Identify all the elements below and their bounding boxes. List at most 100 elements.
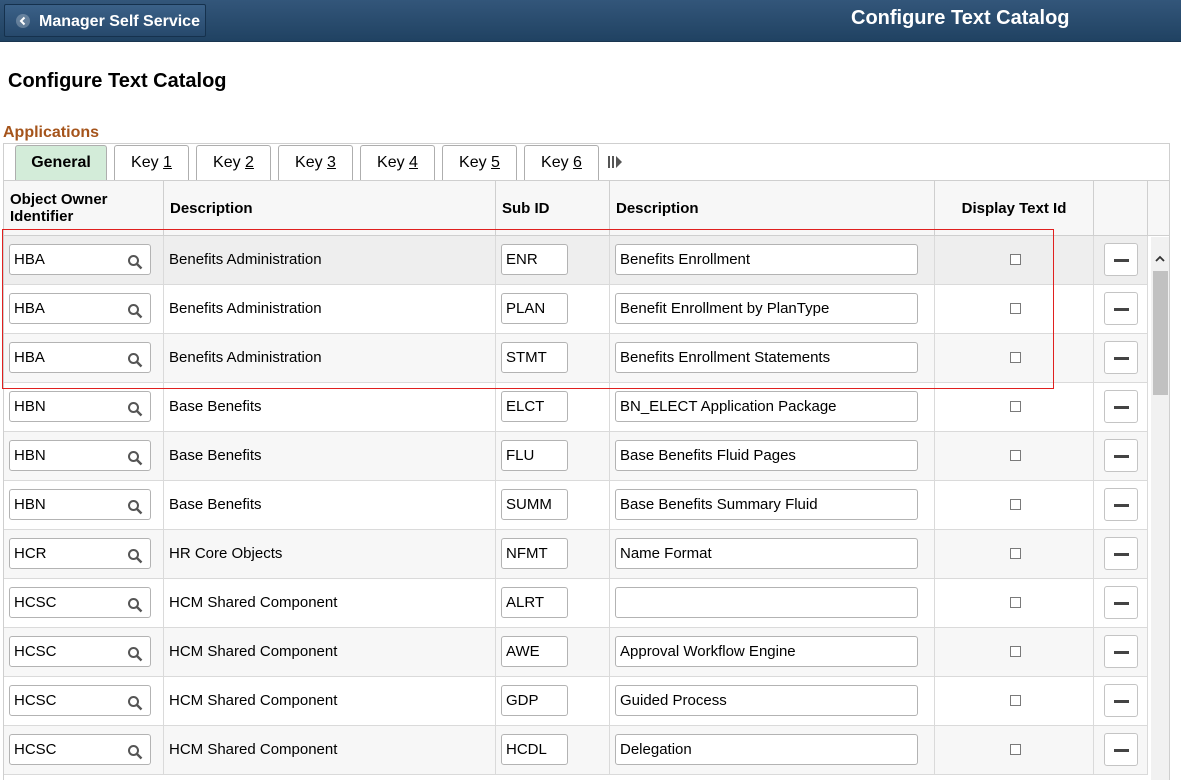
- search-icon[interactable]: [127, 643, 143, 662]
- delete-row-button[interactable]: [1104, 439, 1138, 472]
- table-row: HCSC HCM Shared Component HCDL Delegation: [4, 726, 1148, 775]
- delete-row-button[interactable]: [1104, 292, 1138, 325]
- tab-key-5[interactable]: Key 5: [442, 145, 517, 181]
- search-icon[interactable]: [127, 398, 143, 417]
- table-row: HBA Benefits Administration STMT Benefits E…: [4, 334, 1148, 383]
- owner-input[interactable]: HCSC: [9, 685, 151, 716]
- owner-input[interactable]: HCSC: [9, 636, 151, 667]
- tab-label: Key: [131, 154, 164, 171]
- owner-value: HCSC: [14, 643, 57, 660]
- sub-id-input[interactable]: GDP: [501, 685, 568, 716]
- display-text-id-checkbox[interactable]: [1010, 303, 1021, 314]
- search-icon[interactable]: [127, 300, 143, 319]
- sub-description-input[interactable]: Name Format: [615, 538, 918, 569]
- display-text-id-cell: [935, 432, 1094, 480]
- table-row: HBN Base Benefits FLU Base Benefits Fluid P…: [4, 432, 1148, 481]
- sub-id-input[interactable]: HCDL: [501, 734, 568, 765]
- tab-label: Key: [213, 154, 246, 171]
- search-icon[interactable]: [127, 594, 143, 613]
- display-text-id-checkbox[interactable]: [1010, 646, 1021, 657]
- owner-input[interactable]: HBA: [9, 244, 151, 275]
- owner-input[interactable]: HBN: [9, 489, 151, 520]
- tab-key-4[interactable]: Key 4: [360, 145, 435, 181]
- back-button[interactable]: Manager Self Service: [4, 4, 206, 37]
- sub-id-input[interactable]: SUMM: [501, 489, 568, 520]
- sub-description-input[interactable]: Base Benefits Fluid Pages: [615, 440, 918, 471]
- delete-row-button[interactable]: [1104, 243, 1138, 276]
- tab-key-number: 5: [491, 154, 500, 171]
- delete-row-button[interactable]: [1104, 635, 1138, 668]
- col-header-sub-id: Sub ID: [496, 181, 610, 236]
- display-text-id-checkbox[interactable]: [1010, 499, 1021, 510]
- tab-general[interactable]: General: [15, 145, 107, 181]
- owner-description: HCM Shared Component: [164, 726, 496, 774]
- sub-id-input[interactable]: STMT: [501, 342, 568, 373]
- tab-key-3[interactable]: Key 3: [278, 145, 353, 181]
- tab-key-6[interactable]: Key 6: [524, 145, 599, 181]
- sub-id-input[interactable]: NFMT: [501, 538, 568, 569]
- delete-row-button[interactable]: [1104, 341, 1138, 374]
- owner-value: HBA: [14, 251, 45, 268]
- search-icon[interactable]: [127, 349, 143, 368]
- display-text-id-checkbox[interactable]: [1010, 744, 1021, 755]
- owner-input[interactable]: HBN: [9, 391, 151, 422]
- sub-id-input[interactable]: ELCT: [501, 391, 568, 422]
- display-text-id-checkbox[interactable]: [1010, 352, 1021, 363]
- action-cell: [1094, 481, 1148, 529]
- sub-id-input[interactable]: AWE: [501, 636, 568, 667]
- owner-input[interactable]: HCR: [9, 538, 151, 569]
- display-text-id-checkbox[interactable]: [1010, 254, 1021, 265]
- delete-row-button[interactable]: [1104, 733, 1138, 766]
- sub-description-input[interactable]: Base Benefits Summary Fluid: [615, 489, 918, 520]
- minus-icon: [1114, 749, 1129, 752]
- sub-description-input[interactable]: Approval Workflow Engine: [615, 636, 918, 667]
- delete-row-button[interactable]: [1104, 684, 1138, 717]
- search-icon[interactable]: [127, 251, 143, 270]
- delete-row-button[interactable]: [1104, 390, 1138, 423]
- display-text-id-checkbox[interactable]: [1010, 695, 1021, 706]
- display-text-id-checkbox[interactable]: [1010, 548, 1021, 559]
- sub-description-input[interactable]: BN_ELECT Application Package: [615, 391, 918, 422]
- owner-value: HCR: [14, 545, 47, 562]
- owner-cell: HBN: [4, 432, 164, 480]
- sub-description-cell: Benefit Enrollment by PlanType: [610, 285, 935, 333]
- display-text-id-checkbox[interactable]: [1010, 401, 1021, 412]
- sub-id-cell: ENR: [496, 236, 610, 284]
- search-icon[interactable]: [127, 496, 143, 515]
- search-icon[interactable]: [127, 545, 143, 564]
- vertical-scrollbar[interactable]: [1151, 237, 1169, 780]
- delete-row-button[interactable]: [1104, 488, 1138, 521]
- search-icon[interactable]: [127, 741, 143, 760]
- sub-description-input[interactable]: Benefit Enrollment by PlanType: [615, 293, 918, 324]
- tab-key-1[interactable]: Key 1: [114, 145, 189, 181]
- owner-input[interactable]: HBA: [9, 342, 151, 373]
- sub-id-input[interactable]: ALRT: [501, 587, 568, 618]
- sub-description-input[interactable]: Delegation: [615, 734, 918, 765]
- display-text-id-checkbox[interactable]: [1010, 597, 1021, 608]
- search-icon[interactable]: [127, 447, 143, 466]
- owner-input[interactable]: HBA: [9, 293, 151, 324]
- sub-description-input[interactable]: Guided Process: [615, 685, 918, 716]
- display-text-id-checkbox[interactable]: [1010, 450, 1021, 461]
- scroll-up-icon[interactable]: [1155, 254, 1165, 264]
- show-all-tabs-icon[interactable]: [607, 154, 623, 170]
- tab-key-2[interactable]: Key 2: [196, 145, 271, 181]
- sub-description-input[interactable]: Benefits Enrollment Statements: [615, 342, 918, 373]
- sub-id-input[interactable]: PLAN: [501, 293, 568, 324]
- display-text-id-cell: [935, 726, 1094, 774]
- sub-id-input[interactable]: FLU: [501, 440, 568, 471]
- owner-input[interactable]: HCSC: [9, 734, 151, 765]
- sub-description-input[interactable]: [615, 587, 918, 618]
- owner-input[interactable]: HBN: [9, 440, 151, 471]
- owner-input[interactable]: HCSC: [9, 587, 151, 618]
- delete-row-button[interactable]: [1104, 537, 1138, 570]
- sub-description-input[interactable]: Benefits Enrollment: [615, 244, 918, 275]
- scrollbar-thumb[interactable]: [1153, 271, 1168, 395]
- owner-cell: HBN: [4, 383, 164, 431]
- delete-row-button[interactable]: [1104, 586, 1138, 619]
- owner-description: Base Benefits: [164, 481, 496, 529]
- sub-description-cell: Benefits Enrollment Statements: [610, 334, 935, 382]
- search-icon[interactable]: [127, 692, 143, 711]
- sub-id-input[interactable]: ENR: [501, 244, 568, 275]
- owner-cell: HBN: [4, 481, 164, 529]
